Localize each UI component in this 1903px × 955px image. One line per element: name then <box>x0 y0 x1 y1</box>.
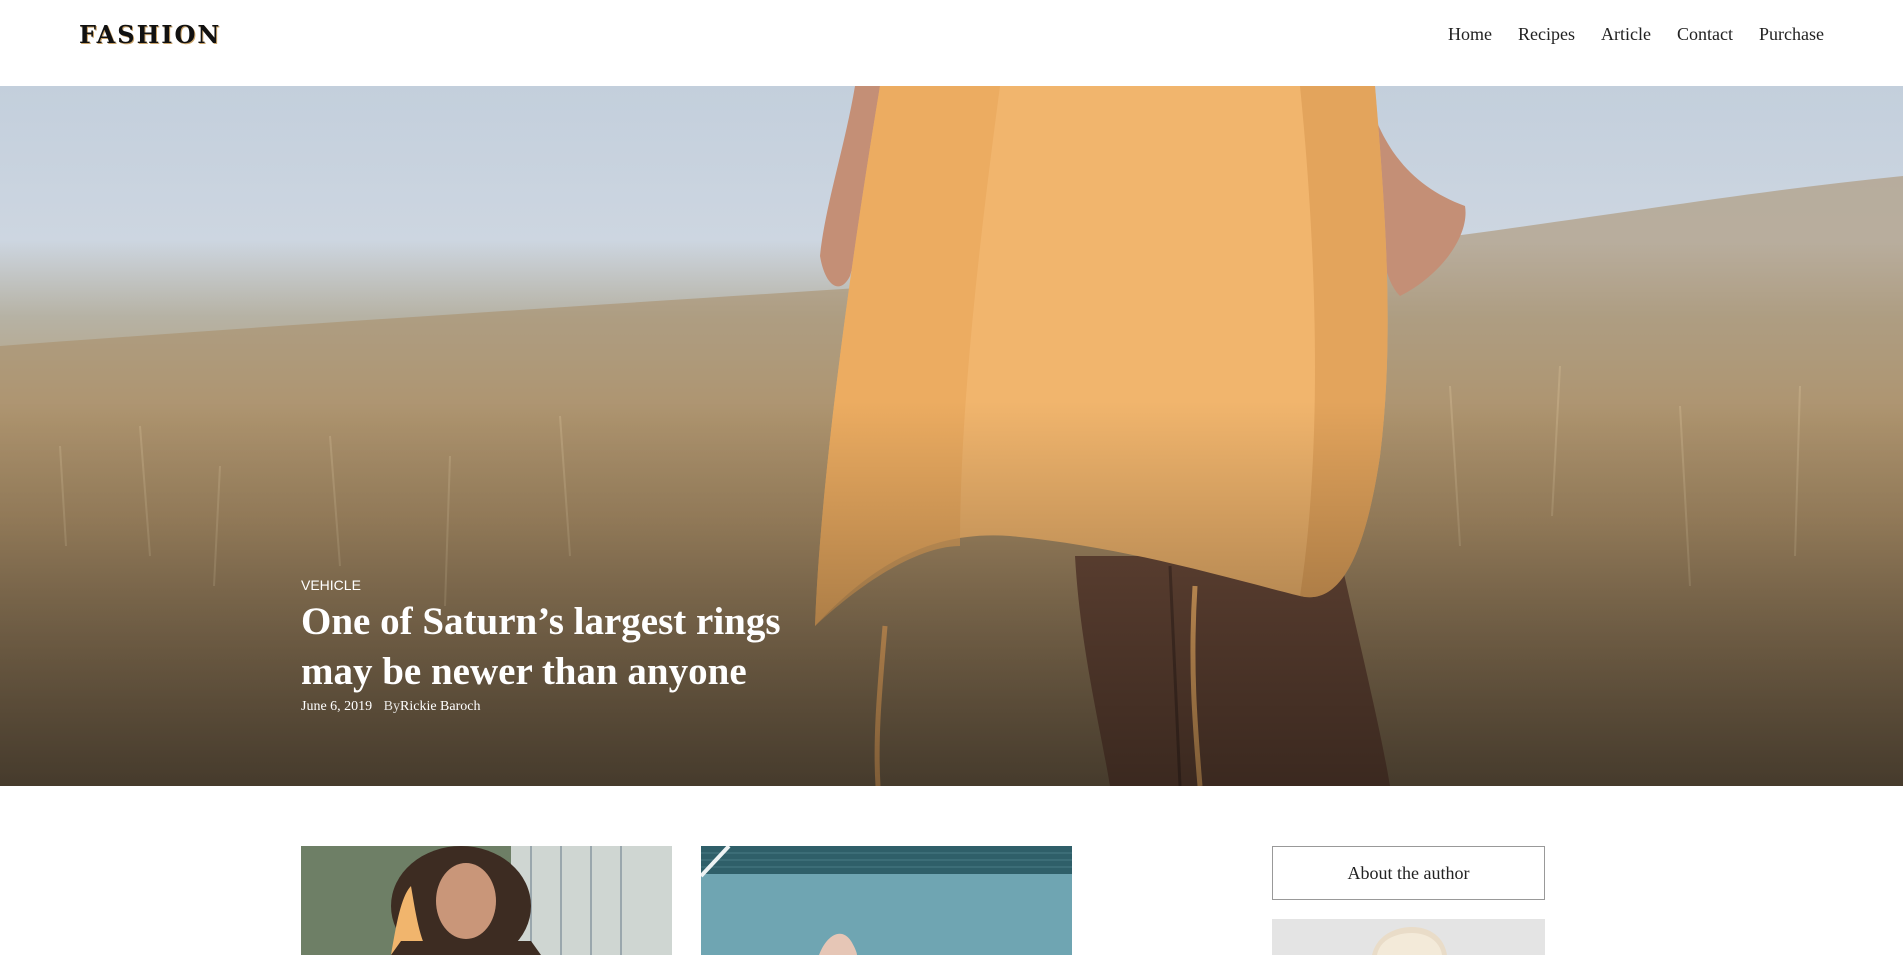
hero-overlay <box>0 86 1903 786</box>
hero-banner: VEHICLE One of Saturn’s largest rings ma… <box>0 86 1903 786</box>
nav-item-home[interactable]: Home <box>1448 24 1492 45</box>
nav-item-contact[interactable]: Contact <box>1677 24 1733 45</box>
nav-item-article[interactable]: Article <box>1601 24 1651 45</box>
main-nav: Home Recipes Article Contact Purchase <box>1448 24 1824 45</box>
post-meta: June 6, 2019 ByRickie Baroch <box>301 699 861 715</box>
author-link[interactable]: Rickie Baroch <box>400 699 480 714</box>
author-photo <box>1272 919 1545 955</box>
by-label: By <box>383 699 401 714</box>
site-header: FASHION Home Recipes Article Contact Pur… <box>0 0 1903 86</box>
post-date: June 6, 2019 <box>301 699 373 714</box>
card-photo-woman <box>301 846 672 955</box>
about-author-heading: About the author <box>1272 846 1545 900</box>
category-tag[interactable]: VEHICLE <box>301 577 861 593</box>
post-card-image[interactable] <box>701 846 1072 955</box>
hero-caption: VEHICLE One of Saturn’s largest rings ma… <box>301 577 861 715</box>
site-logo[interactable]: FASHION <box>79 20 221 49</box>
card-photo-pool <box>701 846 1072 955</box>
author-avatar-image <box>1272 919 1545 955</box>
nav-item-purchase[interactable]: Purchase <box>1759 24 1824 45</box>
nav-item-recipes[interactable]: Recipes <box>1518 24 1575 45</box>
hero-headline[interactable]: One of Saturn’s largest rings may be new… <box>301 597 861 697</box>
post-card-image[interactable] <box>301 846 672 955</box>
